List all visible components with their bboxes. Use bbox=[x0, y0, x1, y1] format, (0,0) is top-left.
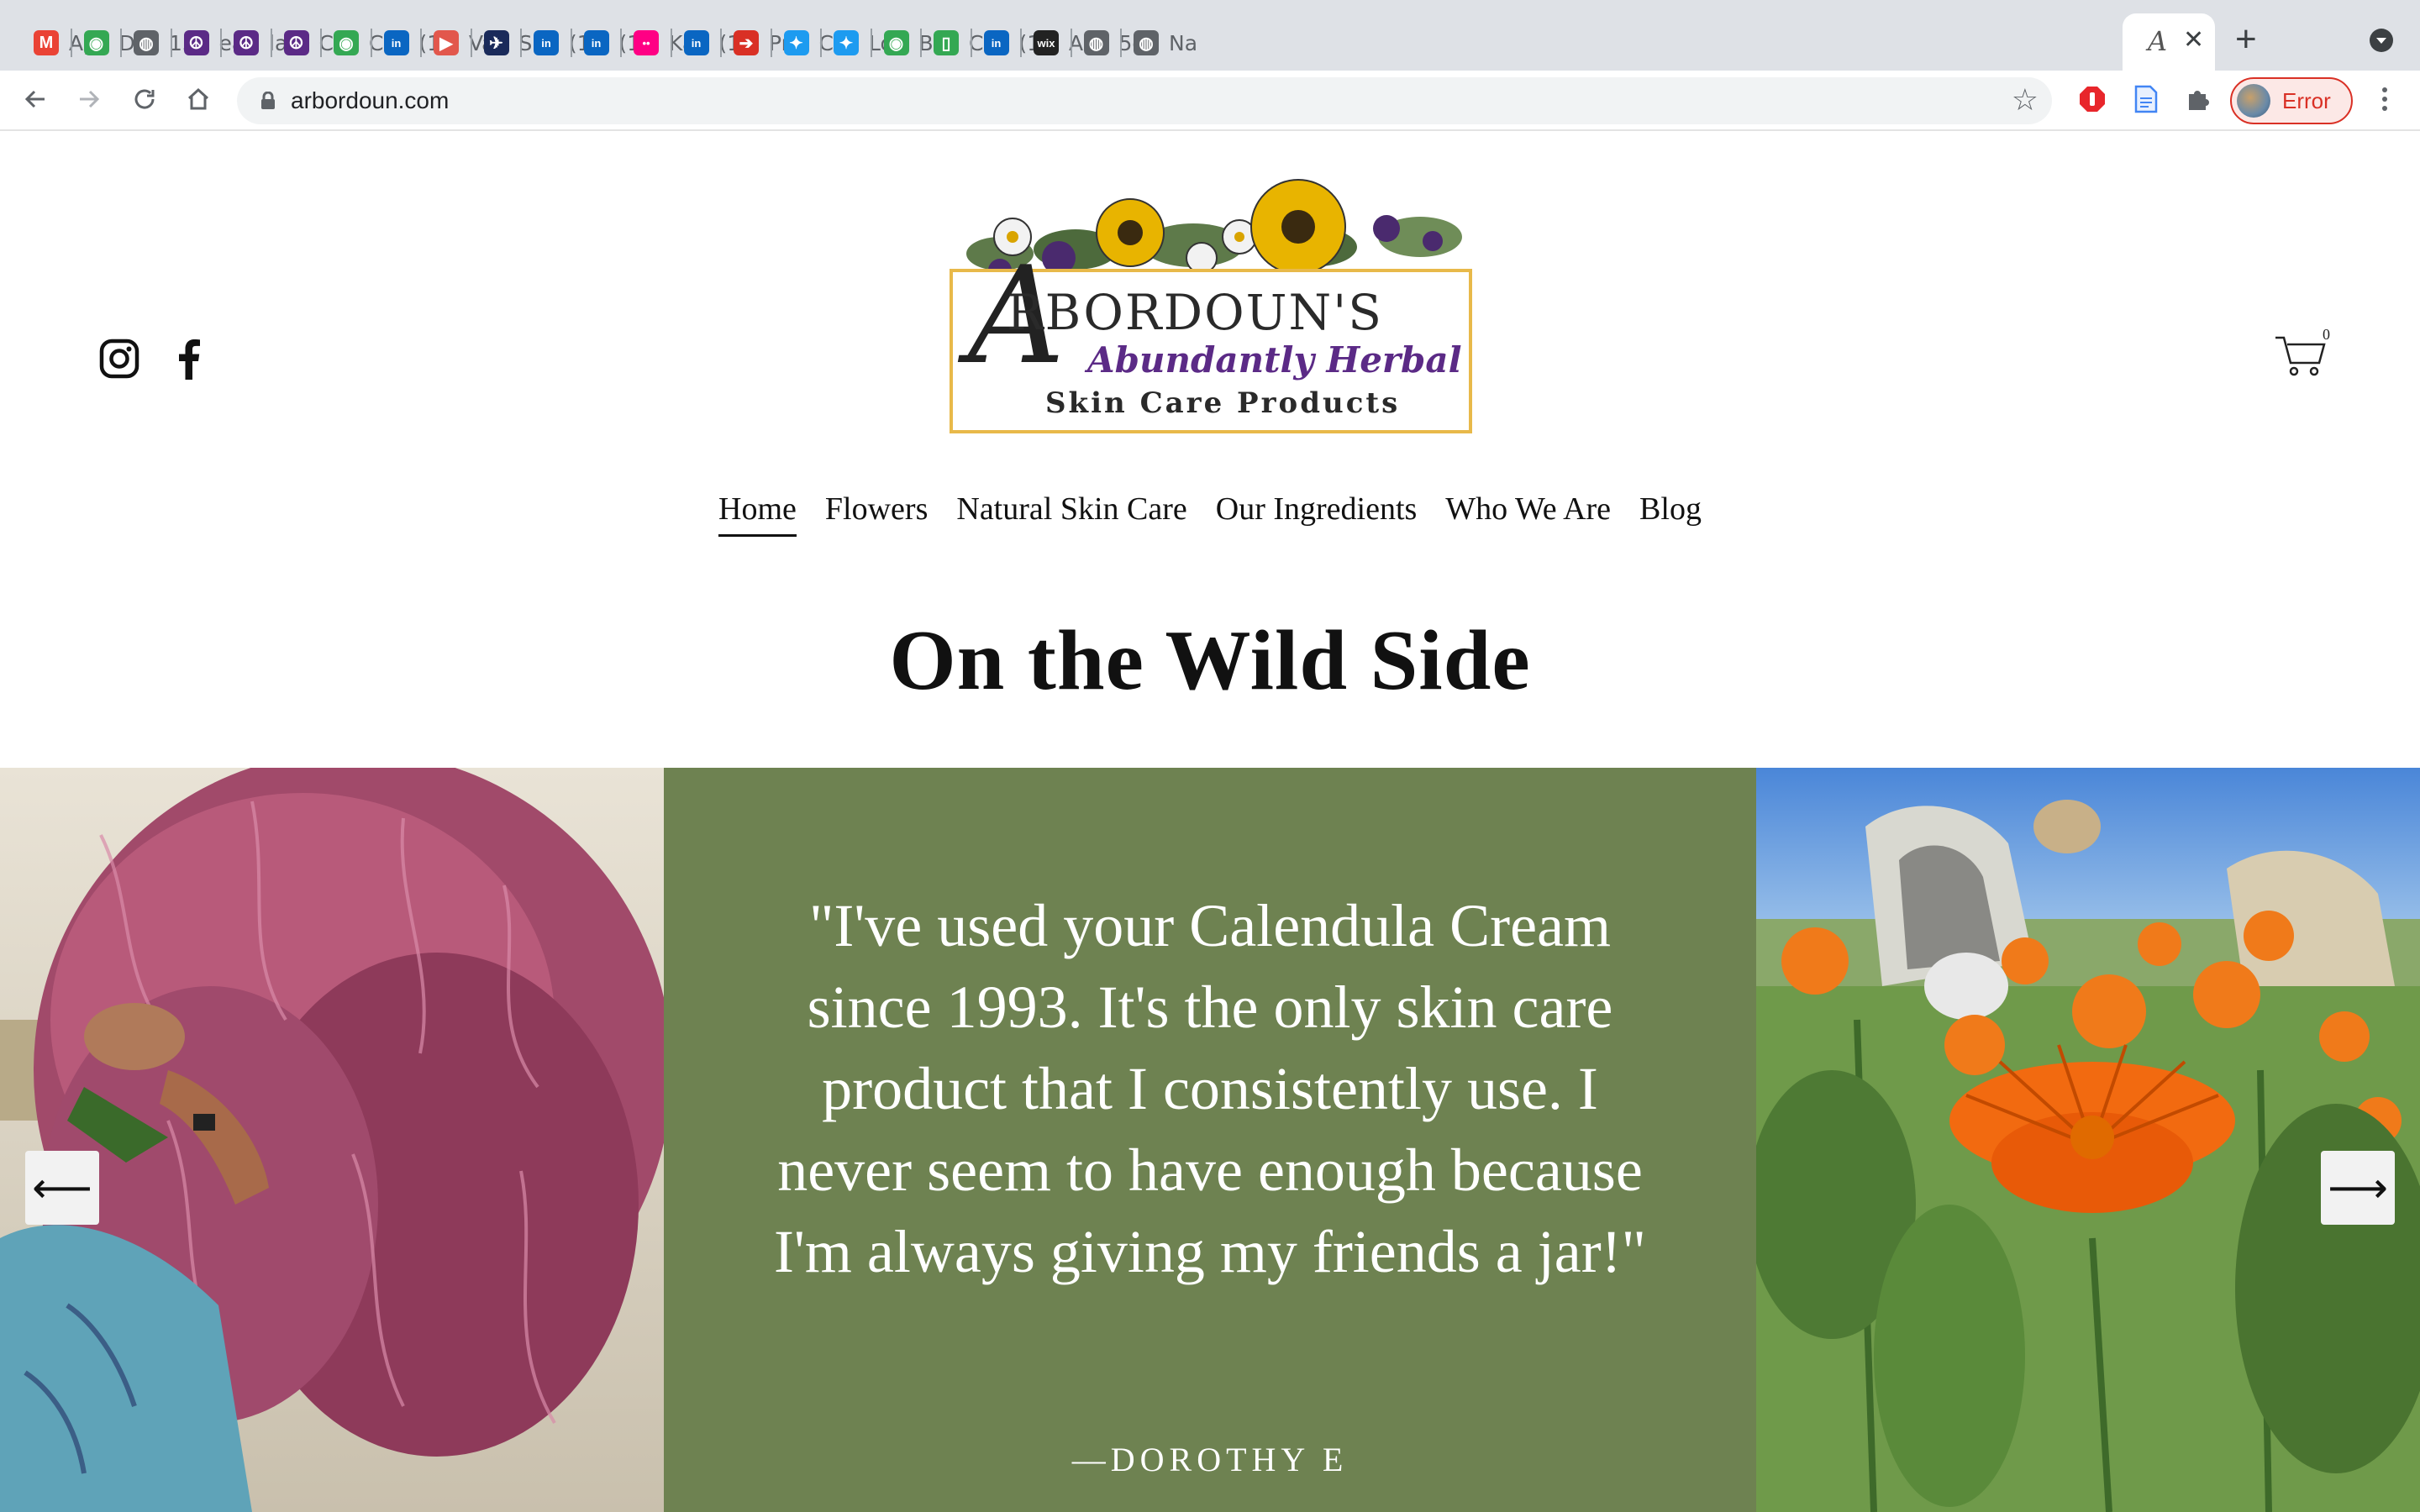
sheets-icon: ▯ bbox=[934, 30, 959, 55]
logo-name: RBORDOUN'S bbox=[1007, 284, 1383, 341]
maps-pin-icon: ◉ bbox=[83, 30, 109, 55]
avatar bbox=[2237, 84, 2270, 118]
testimonial-quote: "I've used your Calendula Cream since 19… bbox=[773, 892, 1647, 1285]
peace-icon: ☮ bbox=[283, 30, 309, 55]
reload-icon bbox=[134, 89, 155, 109]
browser-menu-button[interactable] bbox=[2368, 82, 2402, 116]
linkedin-icon: in bbox=[534, 30, 559, 55]
nav-item-home[interactable]: Home bbox=[718, 491, 797, 537]
nav-item-flowers[interactable]: Flowers bbox=[825, 491, 928, 537]
amaranth-photo bbox=[0, 768, 664, 1512]
globe-icon: ◍ bbox=[1083, 30, 1109, 55]
slide-image-calendula-field bbox=[1756, 768, 2420, 1512]
instagram-icon[interactable] bbox=[99, 339, 139, 379]
linkedin-icon: in bbox=[583, 30, 609, 55]
arbordoun-a-icon: A bbox=[2148, 25, 2168, 57]
slide-image-amaranth-harvest bbox=[0, 768, 664, 1512]
linkedin-icon: in bbox=[383, 30, 409, 55]
profile-status-label: Error bbox=[2282, 87, 2331, 113]
testimonial-panel: "I've used your Calendula Cream since 19… bbox=[664, 768, 1756, 1512]
previous-slide-button[interactable]: ⟵ bbox=[25, 1151, 99, 1225]
arrow-left-icon bbox=[24, 90, 45, 108]
linkedin-icon: in bbox=[683, 30, 709, 55]
airline-icon: ✈ bbox=[483, 30, 509, 55]
cart-count-badge: 0 bbox=[2323, 326, 2330, 343]
new-tab-button[interactable]: + bbox=[2235, 18, 2257, 60]
logo-frame: A RBORDOUN'S Abundantly Herbal Skin Care… bbox=[950, 249, 1472, 433]
browser-tab-strip: MAp◉Dy◍13☮ea☮lar☮Ca◉Civin(17▶Va✈Sirin(17… bbox=[0, 0, 2420, 71]
arrow-right-icon: ➔ bbox=[734, 30, 759, 55]
arrow-right-icon: ⟶ bbox=[2328, 1163, 2388, 1212]
logo-tagline: Abundantly Herbal bbox=[1087, 339, 1462, 381]
puzzle-icon bbox=[2189, 91, 2209, 110]
wix-icon: wix bbox=[1034, 30, 1059, 55]
peace-icon: ☮ bbox=[183, 30, 209, 55]
lock-icon bbox=[261, 92, 275, 109]
more-vertical-icon bbox=[2382, 87, 2387, 111]
close-tab-icon[interactable]: ✕ bbox=[2183, 25, 2204, 55]
maps-pin-icon: ◉ bbox=[334, 30, 359, 55]
url-text[interactable]: arbordoun.com bbox=[291, 87, 449, 114]
maps-pin-icon: ◉ bbox=[883, 30, 909, 55]
main-navigation: Home Flowers Natural Skin Care Our Ingre… bbox=[0, 491, 2420, 537]
gmail-icon: M bbox=[34, 30, 59, 55]
tab-active-arbordoun[interactable]: A ✕ bbox=[2123, 13, 2215, 71]
peace-icon: ☮ bbox=[234, 30, 259, 55]
home-icon bbox=[187, 87, 209, 110]
arrow-left-icon: ⟵ bbox=[32, 1163, 92, 1212]
document-icon bbox=[2134, 85, 2158, 113]
extensions-button[interactable] bbox=[2181, 82, 2215, 116]
twitter-icon: ✦ bbox=[783, 30, 809, 55]
calendula-photo bbox=[1756, 768, 2420, 1512]
linkedin-icon: in bbox=[983, 30, 1009, 55]
nav-item-who-we-are[interactable]: Who We Are bbox=[1445, 491, 1611, 537]
profile-button[interactable]: Error bbox=[2230, 77, 2353, 124]
facebook-icon[interactable] bbox=[176, 338, 202, 380]
adblock-extension-button[interactable] bbox=[2075, 82, 2109, 116]
reload-button[interactable] bbox=[128, 82, 161, 116]
browser-tab[interactable]: ◍ Na bbox=[1112, 15, 1199, 71]
globe-icon: ◍ bbox=[1134, 30, 1159, 55]
tab-search-button[interactable] bbox=[2370, 29, 2393, 52]
docs-extension-button[interactable] bbox=[2129, 82, 2163, 116]
twitter-icon: ✦ bbox=[834, 30, 859, 55]
nav-item-blog[interactable]: Blog bbox=[1639, 491, 1702, 537]
home-button[interactable] bbox=[182, 82, 215, 116]
back-button[interactable] bbox=[18, 82, 52, 116]
globe-icon: ◍ bbox=[134, 30, 159, 55]
browser-toolbar: arbordoun.com ☆ Error bbox=[0, 71, 2420, 131]
arrow-right-icon bbox=[80, 90, 100, 108]
nav-item-our-ingredients[interactable]: Our Ingredients bbox=[1216, 491, 1418, 537]
site-logo[interactable]: A RBORDOUN'S Abundantly Herbal Skin Care… bbox=[950, 178, 1472, 433]
shield-play-icon: ▶ bbox=[434, 30, 459, 55]
flickr-icon: •• bbox=[634, 30, 659, 55]
next-slide-button[interactable]: ⟶ bbox=[2321, 1151, 2395, 1225]
forward-button[interactable] bbox=[72, 82, 106, 116]
nav-item-natural-skin-care[interactable]: Natural Skin Care bbox=[956, 491, 1186, 537]
adblock-icon bbox=[2080, 87, 2105, 112]
page-title: On the Wild Side bbox=[889, 613, 1531, 708]
logo-subtitle: Skin Care Products bbox=[1045, 386, 1401, 420]
bookmark-star-icon[interactable]: ☆ bbox=[2012, 82, 2039, 118]
social-links bbox=[99, 338, 202, 380]
tab-title: Na bbox=[1169, 30, 1198, 55]
address-bar[interactable]: arbordoun.com ☆ bbox=[237, 77, 2052, 124]
cart-icon[interactable] bbox=[2274, 333, 2328, 380]
testimonial-author: —DOROTHY E bbox=[1071, 1441, 1349, 1478]
